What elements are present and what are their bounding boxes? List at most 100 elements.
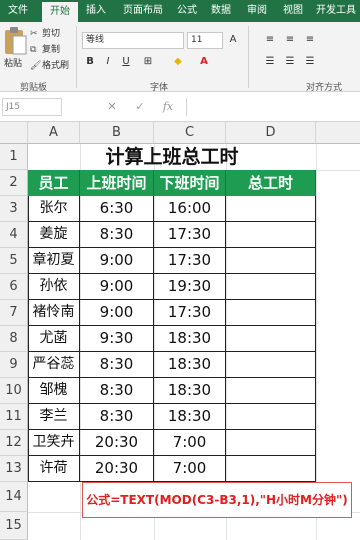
total-hours-cell[interactable]: [226, 378, 316, 404]
start-time-cell[interactable]: 9:30: [80, 326, 154, 352]
cut-button[interactable]: ✂ 剪切: [30, 27, 60, 41]
border-icon[interactable]: ⊞: [140, 54, 156, 70]
tab-data[interactable]: 数据: [206, 0, 236, 22]
row-header[interactable]: 5: [0, 248, 28, 274]
end-time-cell[interactable]: 17:30: [154, 222, 226, 248]
employee-cell[interactable]: 姜旋: [28, 222, 80, 248]
total-hours-cell[interactable]: [226, 248, 316, 274]
row-header[interactable]: 10: [0, 378, 28, 404]
tab-home[interactable]: 开始: [42, 2, 78, 22]
bold-button[interactable]: B: [82, 54, 98, 70]
row-header[interactable]: 9: [0, 352, 28, 378]
insert-function-icon[interactable]: fx: [160, 98, 176, 116]
employee-cell[interactable]: 严谷蕊: [28, 352, 80, 378]
row-header[interactable]: 8: [0, 326, 28, 352]
align-right-icon[interactable]: ☰: [302, 54, 318, 70]
grow-font-icon[interactable]: A: [225, 32, 241, 48]
total-hours-cell[interactable]: [226, 430, 316, 456]
start-time-cell[interactable]: 8:30: [80, 378, 154, 404]
employee-cell[interactable]: 李兰: [28, 404, 80, 430]
total-hours-cell[interactable]: [226, 196, 316, 222]
name-box[interactable]: J15: [2, 98, 62, 116]
row-header[interactable]: 15: [0, 512, 28, 540]
tab-insert[interactable]: 插入: [80, 0, 112, 22]
start-time-cell[interactable]: 8:30: [80, 404, 154, 430]
employee-cell[interactable]: 孙依: [28, 274, 80, 300]
row-header[interactable]: 3: [0, 196, 28, 222]
total-hours-cell[interactable]: [226, 326, 316, 352]
start-time-cell[interactable]: 6:30: [80, 196, 154, 222]
header-cell-end-time[interactable]: 下班时间: [154, 170, 226, 196]
end-time-cell[interactable]: 16:00: [154, 196, 226, 222]
start-time-cell[interactable]: 8:30: [80, 352, 154, 378]
end-time-cell[interactable]: 18:30: [154, 326, 226, 352]
fill-color-icon[interactable]: ◆: [170, 54, 186, 70]
end-time-cell[interactable]: 18:30: [154, 378, 226, 404]
row-header[interactable]: 14: [0, 482, 28, 512]
total-hours-cell[interactable]: [226, 300, 316, 326]
tab-formulas[interactable]: 公式: [172, 0, 202, 22]
header-cell-total-hours[interactable]: 总工时: [226, 170, 316, 196]
employee-cell[interactable]: 张尔: [28, 196, 80, 222]
total-hours-cell[interactable]: [226, 456, 316, 482]
confirm-icon[interactable]: ✓: [132, 98, 148, 116]
end-time-cell[interactable]: 7:00: [154, 456, 226, 482]
total-hours-cell[interactable]: [226, 404, 316, 430]
row-header[interactable]: 12: [0, 430, 28, 456]
font-size-select[interactable]: 11: [187, 32, 223, 49]
start-time-cell[interactable]: 8:30: [80, 222, 154, 248]
align-left-icon[interactable]: ☰: [262, 54, 278, 70]
total-hours-cell[interactable]: [226, 274, 316, 300]
end-time-cell[interactable]: 18:30: [154, 404, 226, 430]
align-bottom-icon[interactable]: ≡: [302, 32, 318, 48]
copy-button[interactable]: ⧉ 复制: [30, 43, 60, 57]
row-header[interactable]: 4: [0, 222, 28, 248]
start-time-cell[interactable]: 9:00: [80, 274, 154, 300]
employee-cell[interactable]: 卫笑卉: [28, 430, 80, 456]
tab-file[interactable]: 文件: [0, 0, 36, 22]
font-color-icon[interactable]: A: [196, 54, 212, 70]
font-name-select[interactable]: 等线: [82, 32, 184, 49]
tab-review[interactable]: 审阅: [242, 0, 272, 22]
tab-page-layout[interactable]: 页面布局: [116, 0, 170, 22]
total-hours-cell[interactable]: [226, 222, 316, 248]
header-cell-employee[interactable]: 员工: [28, 170, 80, 196]
start-time-cell[interactable]: 9:00: [80, 300, 154, 326]
start-time-cell[interactable]: 20:30: [80, 430, 154, 456]
column-header-a[interactable]: A: [28, 122, 80, 144]
employee-cell[interactable]: 尤菡: [28, 326, 80, 352]
row-header[interactable]: 6: [0, 274, 28, 300]
row-header[interactable]: 7: [0, 300, 28, 326]
sheet-title-cell[interactable]: 计算上班总工时: [28, 144, 316, 170]
italic-button[interactable]: I: [100, 54, 116, 70]
start-time-cell[interactable]: 9:00: [80, 248, 154, 274]
header-cell-start-time[interactable]: 上班时间: [80, 170, 154, 196]
end-time-cell[interactable]: 7:00: [154, 430, 226, 456]
select-all-corner[interactable]: [0, 122, 28, 144]
end-time-cell[interactable]: 17:30: [154, 300, 226, 326]
employee-cell[interactable]: 邹槐: [28, 378, 80, 404]
employee-cell[interactable]: 许荷: [28, 456, 80, 482]
formula-input[interactable]: [186, 98, 356, 116]
tab-developer[interactable]: 开发工具: [312, 0, 360, 22]
underline-button[interactable]: U: [118, 54, 134, 70]
align-middle-icon[interactable]: ≡: [282, 32, 298, 48]
column-header-d[interactable]: D: [226, 122, 316, 144]
column-header-e[interactable]: [316, 122, 360, 144]
total-hours-cell[interactable]: [226, 352, 316, 378]
end-time-cell[interactable]: 19:30: [154, 274, 226, 300]
column-header-c[interactable]: C: [154, 122, 226, 144]
employee-cell[interactable]: 章初夏: [28, 248, 80, 274]
row-header[interactable]: 11: [0, 404, 28, 430]
tab-view[interactable]: 视图: [278, 0, 308, 22]
row-header[interactable]: 13: [0, 456, 28, 482]
end-time-cell[interactable]: 17:30: [154, 248, 226, 274]
end-time-cell[interactable]: 18:30: [154, 352, 226, 378]
cancel-icon[interactable]: ✕: [104, 98, 120, 116]
employee-cell[interactable]: 褚怜南: [28, 300, 80, 326]
column-header-b[interactable]: B: [80, 122, 154, 144]
align-top-icon[interactable]: ≡: [262, 32, 278, 48]
start-time-cell[interactable]: 20:30: [80, 456, 154, 482]
row-header[interactable]: 1: [0, 144, 28, 170]
row-header[interactable]: 2: [0, 170, 28, 196]
